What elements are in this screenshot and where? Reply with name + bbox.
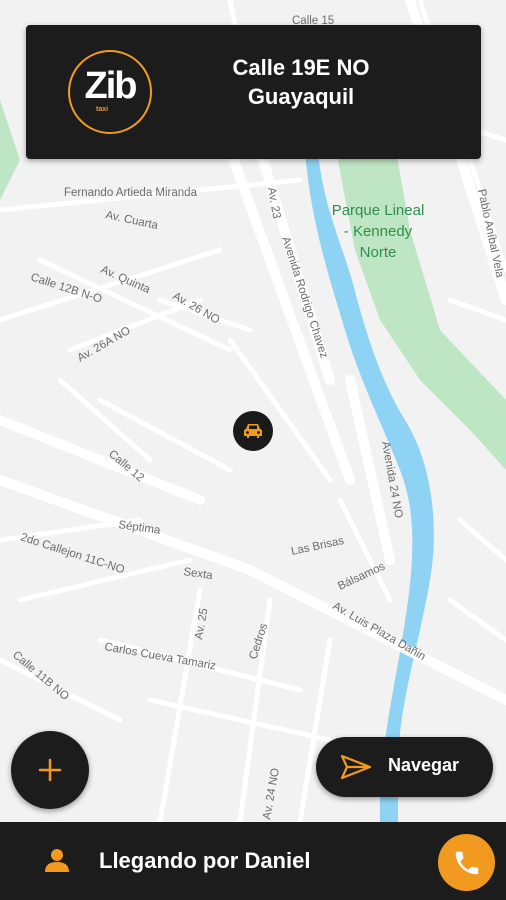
- svg-text:- Kennedy: - Kennedy: [344, 223, 413, 240]
- arrival-status: Llegando por Daniel: [99, 848, 311, 873]
- address-line-1: Calle 19E NO: [232, 55, 370, 80]
- person-icon: [45, 849, 69, 872]
- logo-subtext: taxi: [96, 106, 109, 113]
- add-button[interactable]: [11, 731, 89, 809]
- address-line-2: Guayaquil: [247, 84, 355, 109]
- app-logo: Zib taxi: [68, 50, 152, 134]
- plus-icon: [38, 758, 62, 782]
- svg-text:Parque Lineal: Parque Lineal: [332, 202, 425, 219]
- navigate-button[interactable]: Navegar: [316, 737, 493, 797]
- destination-address: Calle 19E NO Guayaquil: [176, 53, 426, 111]
- driver-status-bar: Llegando por Daniel: [0, 822, 506, 900]
- phone-icon: [455, 851, 478, 874]
- destination-header: Zib taxi Calle 19E NO Guayaquil: [26, 25, 481, 159]
- svg-text:Fernando Artieda Miranda: Fernando Artieda Miranda: [64, 187, 198, 199]
- svg-text:Norte: Norte: [360, 244, 397, 261]
- navigate-label: Navegar: [388, 755, 460, 775]
- logo-text: Zib: [84, 65, 138, 107]
- send-icon: [340, 754, 372, 780]
- car-marker[interactable]: [233, 411, 273, 451]
- car-icon: [244, 424, 262, 438]
- call-button[interactable]: [438, 834, 495, 891]
